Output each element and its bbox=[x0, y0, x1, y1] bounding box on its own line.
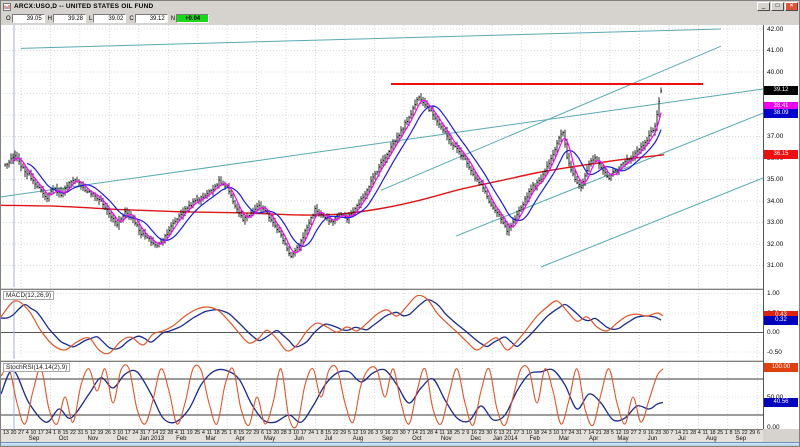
trendline[interactable] bbox=[456, 113, 763, 236]
axis-tick: 31.00 bbox=[767, 262, 783, 269]
macd-pane-label: MACD(12,26,9) bbox=[3, 291, 54, 300]
axis-tick: 32.00 bbox=[767, 241, 783, 248]
axis-price-box: 40.56 bbox=[764, 398, 798, 407]
quote-field-label: C bbox=[129, 16, 133, 22]
minimize-button[interactable]: _ bbox=[757, 2, 770, 11]
axis-tick: -0.50 bbox=[767, 349, 782, 356]
axis-tick: 0.00 bbox=[767, 329, 780, 336]
axis-tick: 35.00 bbox=[767, 176, 783, 183]
quote-change-label: N bbox=[171, 16, 175, 22]
ma-long-line bbox=[1, 155, 664, 215]
titlebar[interactable]: ARCX:USO,D -- UNITED STATES OIL FUND _ □… bbox=[1, 1, 799, 12]
axis-tick: 37.00 bbox=[767, 133, 783, 140]
chart-app-icon bbox=[3, 3, 11, 11]
date-axis[interactable]: 1320274101724181522315121926310172431714… bbox=[1, 429, 763, 442]
quote-field-label: H bbox=[48, 16, 52, 22]
chart-window: ARCX:USO,D -- UNITED STATES OIL FUND _ □… bbox=[0, 0, 800, 447]
stoch-pane[interactable] bbox=[1, 362, 763, 429]
price-axis[interactable]: 42.0041.0040.0039.0038.0037.0036.0035.00… bbox=[763, 25, 799, 429]
h-scrollbar[interactable] bbox=[1, 442, 799, 447]
quote-field-value: 39.05 bbox=[12, 14, 45, 23]
axis-tick: 0.00 bbox=[767, 424, 780, 431]
axis-price-box: 36.15 bbox=[764, 150, 798, 159]
close-button[interactable]: × bbox=[785, 2, 798, 11]
window-title: ARCX:USO,D -- UNITED STATES OIL FUND bbox=[14, 3, 756, 10]
ma-fast-line bbox=[13, 101, 661, 253]
quote-field-label: L bbox=[89, 16, 92, 22]
axis-price-box: 38.09 bbox=[764, 109, 798, 118]
axis-tick: 41.00 bbox=[767, 47, 783, 54]
trendline[interactable] bbox=[21, 29, 721, 48]
axis-tick: 42.00 bbox=[767, 26, 783, 33]
axis-tick: 1.00 bbox=[767, 290, 780, 297]
quote-change-value: +0.04 bbox=[176, 14, 209, 23]
main-price-chart[interactable] bbox=[1, 25, 763, 288]
quote-field-value: 39.28 bbox=[53, 14, 86, 23]
axis-price-box: 100.00 bbox=[764, 363, 798, 372]
quote-bar: O39.05H39.28L39.02C39.12N+0.04 bbox=[1, 12, 799, 25]
maximize-button[interactable]: □ bbox=[771, 2, 784, 11]
macd-pane[interactable] bbox=[1, 290, 763, 359]
stoch-pane-label: StochRSI(14,14(2),9) bbox=[3, 363, 70, 372]
axis-price-box: 0.32 bbox=[764, 316, 798, 325]
axis-tick: 33.00 bbox=[767, 219, 783, 226]
quote-field-label: O bbox=[6, 16, 11, 22]
quote-field-value: 39.02 bbox=[93, 14, 126, 23]
quote-field-value: 39.12 bbox=[135, 14, 168, 23]
axis-tick: 34.00 bbox=[767, 198, 783, 205]
macd-signal-line bbox=[1, 300, 661, 349]
axis-price-box: 39.12 bbox=[764, 86, 798, 95]
axis-tick: 40.00 bbox=[767, 69, 783, 76]
stoch-fast-line bbox=[1, 365, 663, 428]
ma-mid-line bbox=[27, 106, 661, 246]
